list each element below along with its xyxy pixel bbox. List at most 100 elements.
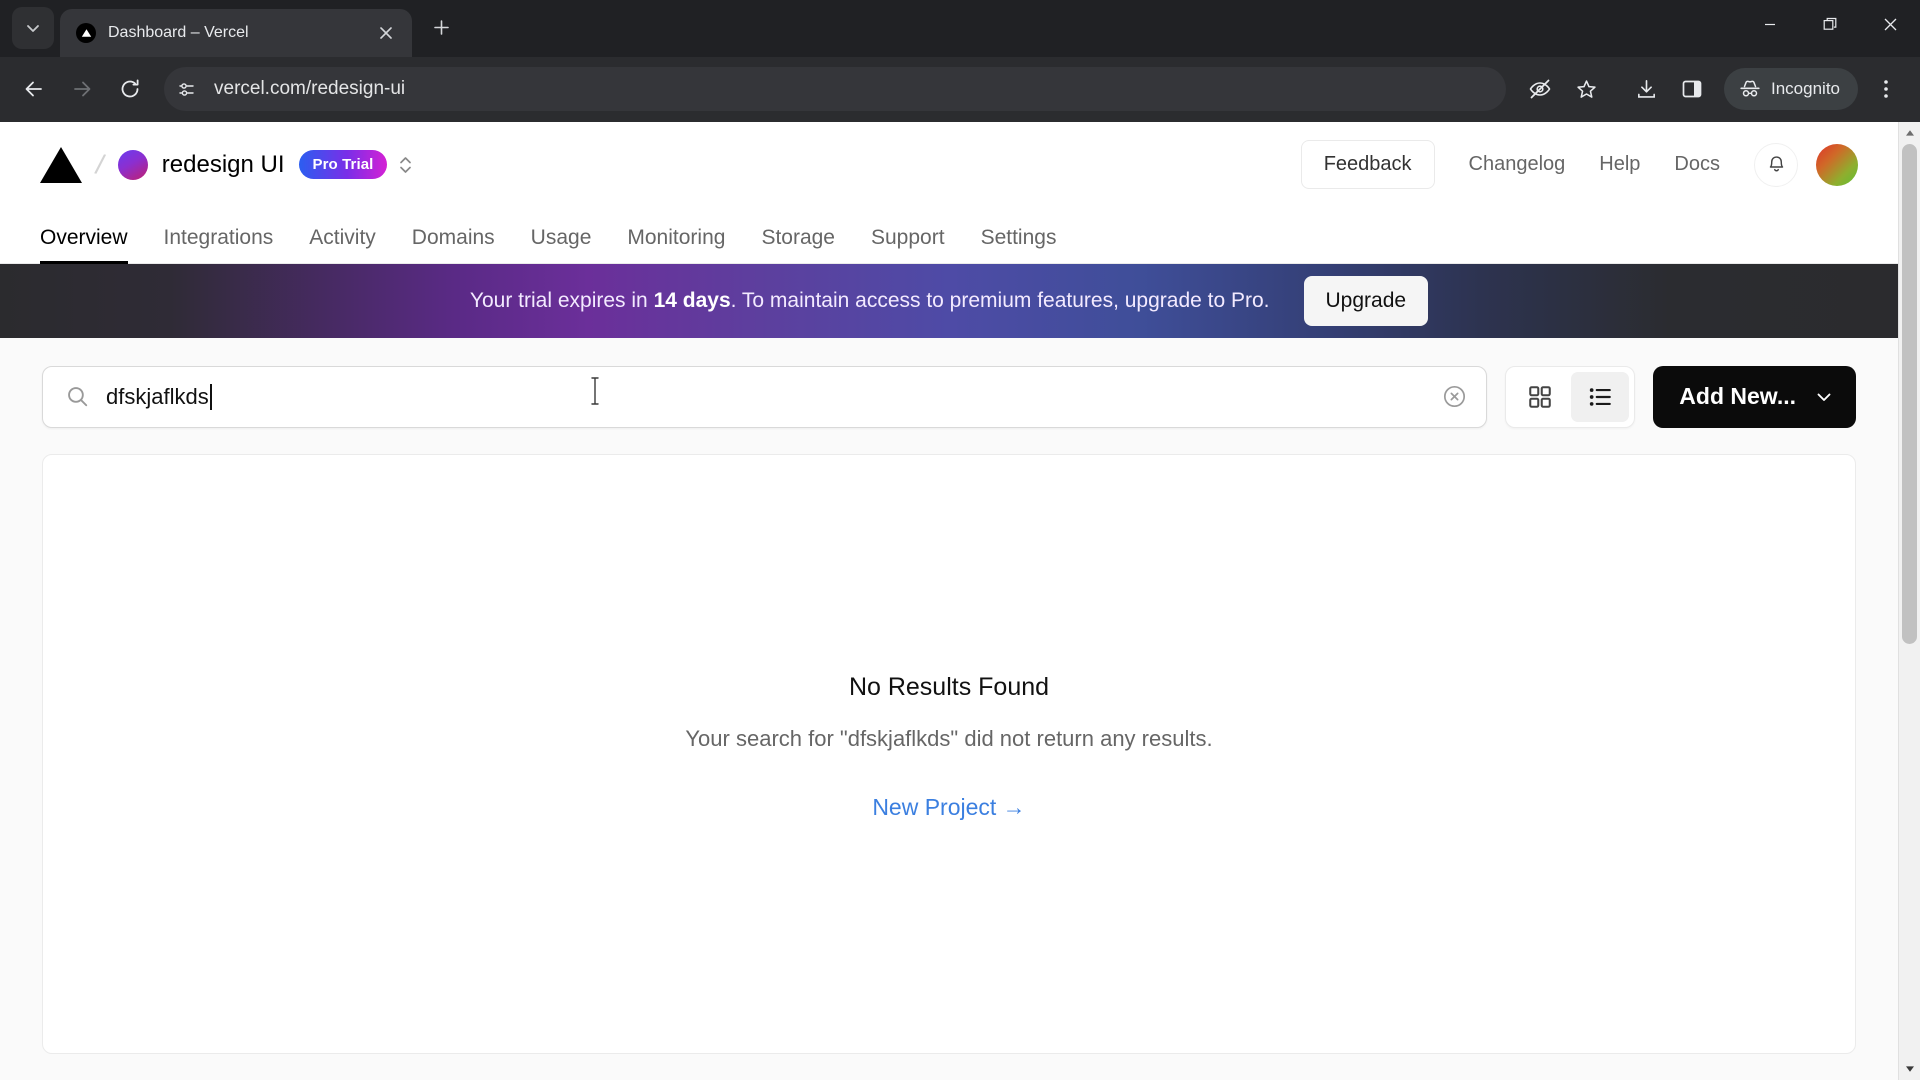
maximize-button[interactable]: [1800, 0, 1860, 48]
nav-tab-domains[interactable]: Domains: [394, 226, 513, 264]
clear-circle-icon: [1444, 386, 1466, 408]
list-view-button[interactable]: [1571, 371, 1630, 422]
bell-icon: [1769, 156, 1783, 172]
nav-tab-usage[interactable]: Usage: [513, 226, 610, 264]
incognito-hat-icon: [1740, 80, 1760, 97]
add-new-label: Add New...: [1679, 383, 1796, 410]
header-actions: Feedback Changelog Help Docs: [1300, 140, 1858, 190]
chevron-down-icon: [27, 25, 39, 32]
feedback-button[interactable]: Feedback: [1300, 140, 1435, 190]
scroll-up-button[interactable]: [1899, 122, 1920, 144]
team-name: redesign UI: [161, 150, 285, 178]
vercel-logo-icon[interactable]: [40, 146, 82, 183]
nav-tab-integrations[interactable]: Integrations: [146, 226, 292, 264]
browser-toolbar: vercel.com/redesign-ui Incognito: [0, 56, 1920, 122]
help-link[interactable]: Help: [1599, 153, 1640, 176]
eye-off-icon: [1529, 79, 1551, 99]
search-input-value: dfskjaflkds: [106, 383, 209, 409]
site-info-button[interactable]: [170, 72, 204, 106]
close-icon: [380, 27, 392, 39]
list-view-icon: [1590, 387, 1612, 406]
nav-tab-activity[interactable]: Activity: [291, 226, 394, 264]
clear-search-button[interactable]: [1441, 383, 1468, 410]
scroll-up-arrow-icon: [1905, 129, 1914, 136]
incognito-profile-button[interactable]: Incognito: [1724, 68, 1858, 111]
chevron-up-down-icon: [400, 156, 412, 173]
empty-state-subtitle: Your search for "dfskjaflkds" did not re…: [685, 725, 1213, 751]
side-panel-button[interactable]: [1670, 67, 1714, 111]
team-selector[interactable]: redesign UI Pro Trial: [117, 149, 388, 180]
back-button[interactable]: [12, 67, 56, 111]
breadcrumb-separator: /: [92, 148, 108, 181]
new-project-link[interactable]: New Project →: [872, 794, 1025, 821]
plan-badge[interactable]: Pro Trial: [298, 150, 388, 180]
upgrade-button[interactable]: Upgrade: [1303, 275, 1429, 326]
trial-text-before: Your trial expires in: [469, 288, 654, 312]
page-viewport: / redesign UI Pro Trial Feedback Changel…: [0, 121, 1920, 1080]
tab-close-button[interactable]: [372, 19, 400, 47]
tab-strip: Dashboard – Vercel: [0, 0, 1920, 57]
primary-nav: Overview Integrations Activity Domains U…: [0, 207, 1898, 264]
nav-tab-monitoring[interactable]: Monitoring: [609, 226, 743, 264]
restore-window-icon: [1823, 17, 1836, 30]
nav-tab-storage[interactable]: Storage: [743, 226, 853, 264]
scroll-down-arrow-icon: [1905, 1066, 1914, 1072]
page-scrollbar[interactable]: [1898, 121, 1920, 1080]
search-icon: [68, 387, 88, 407]
tab-title: Dashboard – Vercel: [108, 23, 249, 41]
scrollbar-thumb[interactable]: [1902, 143, 1917, 644]
changelog-link[interactable]: Changelog: [1469, 153, 1566, 176]
browser-tab[interactable]: Dashboard – Vercel: [60, 8, 412, 57]
nav-tab-settings[interactable]: Settings: [963, 226, 1075, 264]
bookmark-button[interactable]: [1564, 67, 1608, 111]
toolbar-row: dfskjaflkds Add New...: [42, 365, 1856, 428]
browser-window: Dashboard – Vercel vercel.com/redesign-u…: [0, 0, 1920, 1080]
new-tab-button[interactable]: [424, 11, 458, 45]
side-panel-icon: [1682, 80, 1702, 98]
address-bar[interactable]: vercel.com/redesign-ui: [164, 67, 1506, 112]
user-avatar[interactable]: [1816, 143, 1858, 186]
scrollbar-track[interactable]: [1899, 143, 1920, 1058]
search-input[interactable]: dfskjaflkds: [106, 383, 1425, 410]
nav-tab-support[interactable]: Support: [853, 226, 963, 264]
grid-view-button[interactable]: [1511, 372, 1569, 422]
trial-banner-text: Your trial expires in 14 days. To mainta…: [470, 289, 1270, 313]
close-icon: [1884, 18, 1896, 30]
incognito-label: Incognito: [1771, 79, 1840, 99]
chevron-down-icon: [1817, 393, 1831, 401]
nav-tab-overview[interactable]: Overview: [40, 226, 146, 264]
reload-button[interactable]: [108, 67, 152, 111]
minimize-button[interactable]: [1740, 0, 1800, 48]
team-avatar: [117, 149, 148, 180]
page-content: / redesign UI Pro Trial Feedback Changel…: [0, 121, 1898, 1080]
empty-state-title: No Results Found: [848, 672, 1050, 701]
results-card: No Results Found Your search for "dfskja…: [42, 453, 1856, 1054]
reload-icon: [121, 79, 139, 98]
minimize-icon: [1765, 23, 1775, 26]
site-settings-icon: [178, 83, 194, 96]
notifications-button[interactable]: [1754, 142, 1798, 187]
add-new-button[interactable]: Add New...: [1653, 365, 1856, 428]
team-switcher-button[interactable]: [397, 152, 414, 178]
forward-button[interactable]: [60, 67, 104, 111]
docs-link[interactable]: Docs: [1674, 153, 1720, 176]
window-controls: [1740, 0, 1920, 48]
search-box[interactable]: dfskjaflkds: [42, 365, 1488, 428]
close-window-button[interactable]: [1860, 0, 1920, 48]
browser-menu-button[interactable]: [1864, 67, 1908, 111]
view-toggle-group: [1505, 365, 1636, 428]
downloads-button[interactable]: [1624, 67, 1668, 111]
tracking-protection-button[interactable]: [1518, 67, 1562, 111]
toolbar-icons: Incognito: [1518, 67, 1908, 111]
three-dot-menu-icon: [1884, 80, 1888, 99]
empty-state: No Results Found Your search for "dfskja…: [685, 455, 1212, 821]
trial-text-after: . To maintain access to premium features…: [730, 288, 1270, 312]
tab-search-button[interactable]: [12, 6, 54, 49]
trial-days: 14 days: [653, 288, 731, 312]
trial-banner: Your trial expires in 14 days. To mainta…: [0, 263, 1898, 338]
text-caret: [209, 383, 212, 410]
star-icon: [1576, 80, 1596, 98]
overview-content: dfskjaflkds Add New... No Results Found …: [0, 337, 1898, 1080]
back-arrow-icon: [25, 81, 42, 97]
scroll-down-button[interactable]: [1899, 1058, 1920, 1080]
